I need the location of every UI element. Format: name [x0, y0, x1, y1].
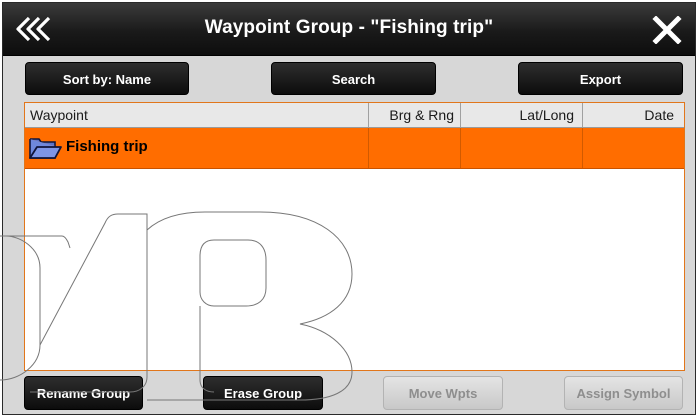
- column-header-brg-rng[interactable]: Brg & Rng: [368, 103, 460, 127]
- column-header-lat-long[interactable]: Lat/Long: [460, 103, 582, 127]
- search-button[interactable]: Search: [271, 62, 436, 95]
- erase-group-button[interactable]: Erase Group: [203, 376, 323, 410]
- lat-long-cell: [460, 128, 582, 168]
- assign-symbol-button: Assign Symbol: [564, 376, 683, 410]
- title-bar: Waypoint Group - "Fishing trip": [3, 3, 695, 56]
- column-header-waypoint[interactable]: Waypoint: [30, 103, 368, 127]
- column-header-date[interactable]: Date: [582, 103, 684, 127]
- date-cell: [582, 128, 684, 168]
- row-waypoint-name: Fishing trip: [66, 138, 148, 155]
- folder-icon: [29, 138, 62, 159]
- waypoint-table: Waypoint Brg & Rng Lat/Long Date Fishing…: [24, 102, 685, 371]
- rename-group-button[interactable]: Rename Group: [24, 376, 143, 410]
- window-title: Waypoint Group - "Fishing trip": [204, 17, 494, 38]
- table-row[interactable]: Fishing trip: [25, 128, 684, 169]
- waypoint-cell: Fishing trip: [25, 128, 368, 168]
- sort-by-button[interactable]: Sort by: Name: [25, 62, 189, 95]
- dialog-window: Waypoint Group - "Fishing trip" Sort by:…: [2, 2, 696, 415]
- close-icon[interactable]: [652, 16, 682, 44]
- brg-rng-cell: [368, 128, 460, 168]
- move-wpts-button: Move Wpts: [383, 376, 503, 410]
- export-button[interactable]: Export: [518, 62, 683, 95]
- table-header: Waypoint Brg & Rng Lat/Long Date: [25, 103, 684, 128]
